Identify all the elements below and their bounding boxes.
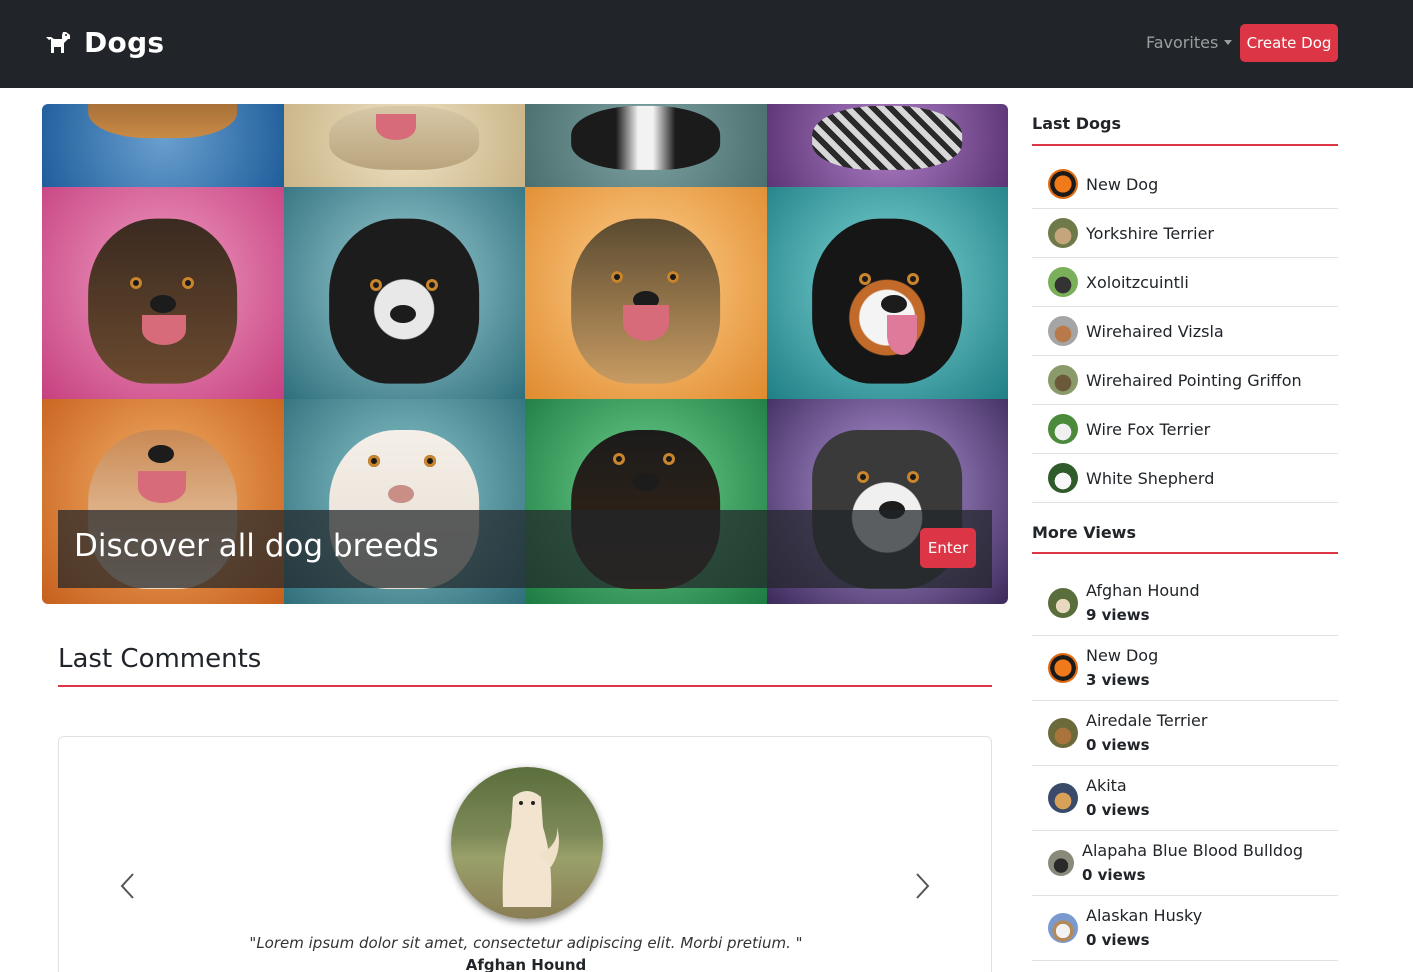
hero-title: Discover all dog breeds	[74, 528, 439, 564]
list-item[interactable]: New Dog	[1032, 160, 1338, 209]
dog-name: Akita	[1086, 776, 1127, 795]
dog-avatar	[1048, 718, 1078, 748]
favorites-dropdown[interactable]: Favorites	[1146, 33, 1233, 52]
dog-avatar	[1048, 316, 1078, 346]
views-count: 0 views	[1086, 801, 1150, 819]
dog-avatar	[1048, 588, 1078, 618]
dog-name: Yorkshire Terrier	[1086, 223, 1214, 243]
dog-name: New Dog	[1086, 646, 1159, 665]
list-item[interactable]: Alaskan Husky 0 views	[1032, 896, 1338, 961]
dog-avatar	[1048, 653, 1078, 683]
section-divider	[58, 685, 992, 687]
dog-avatar	[1048, 365, 1078, 395]
dog-avatar	[1048, 463, 1078, 493]
dog-avatar	[1048, 850, 1074, 876]
list-item[interactable]: Afghan Hound 9 views	[1032, 571, 1338, 636]
brand-title: Dogs	[84, 26, 165, 59]
dog-avatar	[1048, 267, 1078, 297]
dog-photo-tile	[525, 104, 767, 187]
enter-button[interactable]: Enter	[920, 528, 976, 568]
dog-icon	[46, 31, 70, 53]
section-divider	[1032, 552, 1338, 554]
views-count: 0 views	[1086, 736, 1150, 754]
navbar: Dogs Favorites Create Dog	[0, 0, 1413, 88]
dog-name: Wire Fox Terrier	[1086, 419, 1211, 439]
dog-name: Afghan Hound	[1086, 581, 1200, 600]
dog-name: Alapaha Blue Blood Bulldog	[1082, 841, 1304, 860]
dog-avatar	[1048, 783, 1078, 813]
item-text: Akita 0 views	[1086, 774, 1150, 822]
views-count: 3 views	[1086, 671, 1150, 689]
more-views-title: More Views	[1032, 523, 1136, 542]
dog-name: Airedale Terrier	[1086, 711, 1208, 730]
hero-caption: Discover all dog breeds Enter	[58, 510, 992, 588]
dog-name: White Shepherd	[1086, 468, 1215, 488]
chevron-right-icon	[916, 873, 930, 899]
dog-photo-tile	[42, 187, 284, 399]
list-item[interactable]: New Dog 3 views	[1032, 636, 1338, 701]
dog-photo-tile	[42, 104, 284, 187]
dog-name: Xoloitzcuintli	[1086, 272, 1189, 292]
item-text: Alaskan Husky 0 views	[1086, 904, 1202, 952]
list-item[interactable]: Wirehaired Vizsla	[1032, 307, 1338, 356]
dog-name: Wirehaired Pointing Griffon	[1086, 370, 1302, 390]
list-item[interactable]: Xoloitzcuintli	[1032, 258, 1338, 307]
caret-down-icon	[1224, 40, 1233, 45]
brand-link[interactable]: Dogs	[42, 26, 164, 59]
views-count: 0 views	[1086, 931, 1150, 949]
list-item[interactable]: Alapaha Blue Blood Bulldog 0 views	[1032, 831, 1338, 896]
item-text: Afghan Hound 9 views	[1086, 579, 1200, 627]
dog-photo-tile	[766, 187, 1008, 399]
views-count: 9 views	[1086, 606, 1150, 624]
dog-avatar	[1048, 218, 1078, 248]
views-count: 0 views	[1082, 866, 1146, 884]
dog-photo-tile	[283, 104, 525, 187]
list-item[interactable]: Yorkshire Terrier	[1032, 209, 1338, 258]
comment-text: "Lorem ipsum dolor sit amet, consectetur…	[249, 934, 803, 952]
dog-name: Alaskan Husky	[1086, 906, 1203, 925]
list-item[interactable]: White Shepherd	[1032, 454, 1338, 503]
dog-photo-tile	[766, 104, 1008, 187]
create-dog-button[interactable]: Create Dog	[1240, 24, 1338, 62]
carousel-next-button[interactable]	[909, 871, 933, 901]
dog-avatar	[1048, 169, 1078, 199]
chevron-left-icon	[120, 873, 134, 899]
comment-carousel: "Lorem ipsum dolor sit amet, consectetur…	[58, 736, 992, 972]
dog-name: New Dog	[1086, 174, 1159, 194]
comment-author: Afghan Hound	[465, 956, 587, 972]
favorites-label: Favorites	[1146, 33, 1219, 52]
item-text: New Dog 3 views	[1086, 644, 1158, 692]
hero-carousel: Discover all dog breeds Enter	[42, 104, 1008, 604]
carousel-prev-button[interactable]	[117, 871, 141, 901]
list-item[interactable]: Wirehaired Pointing Griffon	[1032, 356, 1338, 405]
dog-avatar	[1048, 414, 1078, 444]
last-comments-title: Last Comments	[58, 644, 262, 674]
dog-photo-tile	[283, 187, 525, 399]
item-text: Alapaha Blue Blood Bulldog 0 views	[1082, 839, 1303, 887]
last-dogs-title: Last Dogs	[1032, 114, 1121, 133]
list-item[interactable]: Airedale Terrier 0 views	[1032, 701, 1338, 766]
dog-avatar	[1048, 913, 1078, 943]
list-item[interactable]: Akita 0 views	[1032, 766, 1338, 831]
dog-photo-tile	[525, 187, 767, 399]
last-dogs-list: New Dog Yorkshire Terrier Xoloitzcuintli…	[1032, 160, 1338, 503]
item-text: Airedale Terrier 0 views	[1086, 709, 1207, 757]
section-divider	[1032, 144, 1338, 146]
more-views-list: Afghan Hound 9 views New Dog 3 views Air…	[1032, 571, 1338, 961]
list-item[interactable]: Wire Fox Terrier	[1032, 405, 1338, 454]
dog-name: Wirehaired Vizsla	[1086, 321, 1224, 341]
comment-dog-avatar	[451, 767, 603, 919]
